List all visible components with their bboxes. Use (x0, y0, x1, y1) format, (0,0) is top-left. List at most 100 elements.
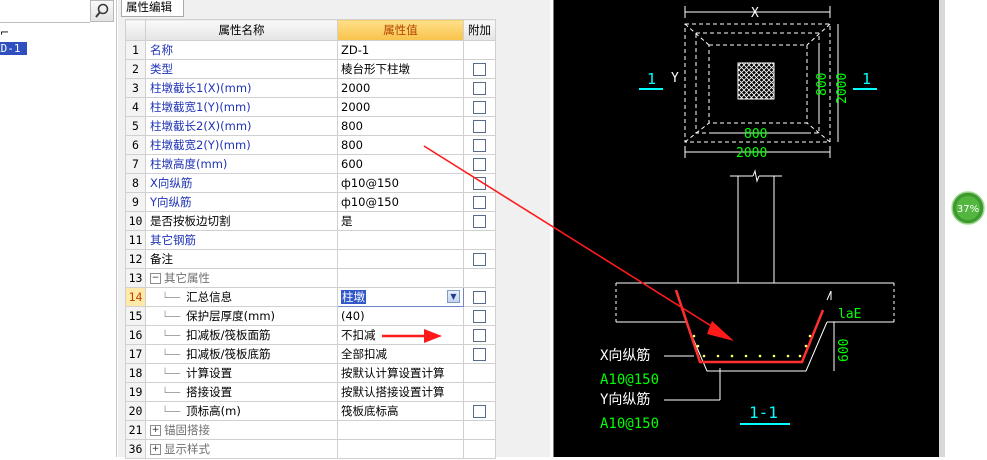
property-value-cell[interactable] (337, 439, 464, 459)
property-value[interactable]: 按默认搭接设置计算 (341, 385, 445, 399)
property-row[interactable]: 10 是否按板边切割 是 (125, 211, 496, 231)
property-row[interactable]: 11 其它钢筋 (125, 230, 496, 250)
property-value[interactable]: 全部扣减 (341, 347, 387, 361)
expand-icon[interactable]: + (150, 444, 161, 455)
dim-600: 600 (837, 339, 852, 362)
property-value[interactable]: 600 (341, 157, 363, 171)
property-value[interactable]: ZD-1 (341, 43, 369, 57)
property-row[interactable]: 36 + 显示样式 (125, 439, 496, 459)
property-value-cell[interactable]: 柱墩 ▼ (337, 287, 464, 307)
extra-checkbox[interactable] (473, 310, 486, 323)
property-name-cell: └── 扣减板/筏板底筋 (145, 344, 338, 364)
property-row[interactable]: 1 名称 ZD-1 (125, 40, 496, 60)
section-marker-left: 1 (647, 70, 656, 88)
property-value-cell[interactable]: 是 (337, 211, 464, 231)
property-value[interactable]: 柱墩 (341, 290, 366, 304)
property-value-cell[interactable]: (40) (337, 306, 464, 326)
property-value-cell[interactable]: 按默认计算设置计算 (337, 363, 464, 383)
property-name-cell: └── 汇总信息 (145, 287, 338, 307)
extra-checkbox[interactable] (473, 101, 486, 114)
property-value-cell[interactable] (337, 230, 464, 250)
collapse-icon[interactable]: − (150, 273, 161, 284)
extra-checkbox[interactable] (473, 158, 486, 171)
column-header-extra[interactable]: 附加 (463, 19, 496, 41)
property-value[interactable]: ф10@150 (341, 176, 399, 190)
property-row[interactable]: 20 └── 顶标高(m) 筏板底标高 (125, 401, 496, 421)
x-rebar-label: X向纵筋 (600, 347, 650, 364)
property-value-cell[interactable]: 2000 (337, 78, 464, 98)
extra-checkbox[interactable] (473, 348, 486, 361)
property-value-cell[interactable]: 600 (337, 154, 464, 174)
property-row[interactable]: 14 └── 汇总信息 柱墩 ▼ (125, 287, 496, 307)
property-row[interactable]: 8 X向纵筋 ф10@150 (125, 173, 496, 193)
property-value-cell[interactable]: 按默认搭接设置计算 (337, 382, 464, 402)
property-value-cell[interactable]: ZD-1 (337, 40, 464, 60)
property-value[interactable]: 筏板底标高 (341, 404, 399, 418)
expand-icon[interactable]: + (150, 425, 161, 436)
property-row[interactable]: 17 └── 扣减板/筏板底筋 全部扣减 (125, 344, 496, 364)
property-value[interactable]: 按默认计算设置计算 (341, 366, 445, 380)
property-value-cell[interactable] (337, 420, 464, 440)
property-row[interactable]: 9 Y向纵筋 ф10@150 (125, 192, 496, 212)
extra-checkbox[interactable] (473, 139, 486, 152)
dropdown-chevron-icon[interactable]: ▼ (447, 290, 460, 303)
tree-search-button[interactable] (90, 0, 114, 22)
property-value[interactable]: 2000 (341, 100, 370, 114)
property-row[interactable]: 15 └── 保护层厚度(mm) (40) (125, 306, 496, 326)
property-value-cell[interactable]: 棱台形下柱墩 (337, 59, 464, 79)
property-row[interactable]: 12 备注 (125, 249, 496, 269)
progress-indicator[interactable]: 37% (951, 191, 985, 225)
property-name-cell: X向纵筋 (145, 173, 338, 193)
extra-checkbox[interactable] (473, 82, 486, 95)
property-row[interactable]: 3 柱墩截长1(X)(mm) 2000 (125, 78, 496, 98)
extra-checkbox[interactable] (473, 215, 486, 228)
property-value-cell[interactable]: 800 (337, 135, 464, 155)
property-value[interactable]: (40) (341, 309, 365, 323)
column-header-name[interactable]: 属性名称 (145, 19, 338, 41)
extra-cell (463, 116, 496, 136)
property-row[interactable]: 2 类型 棱台形下柱墩 (125, 59, 496, 79)
property-value[interactable]: 不扣减 (341, 328, 376, 342)
extra-checkbox[interactable] (473, 329, 486, 342)
extra-checkbox[interactable] (473, 405, 486, 418)
property-name-cell: 备注 (145, 249, 338, 269)
property-row[interactable]: 19 └── 搭接设置 按默认搭接设置计算 (125, 382, 496, 402)
property-value-cell[interactable]: 800 (337, 116, 464, 136)
property-value-cell[interactable]: ф10@150 (337, 192, 464, 212)
component-tree-panel (0, 0, 117, 457)
property-row[interactable]: 4 柱墩截宽1(Y)(mm) 2000 (125, 97, 496, 117)
tree-node-selected[interactable]: ZD-1 (0, 42, 27, 55)
property-row[interactable]: 6 柱墩截宽2(Y)(mm) 800 (125, 135, 496, 155)
property-value[interactable]: 800 (341, 119, 363, 133)
property-row[interactable]: 13− 其它属性 (125, 268, 496, 288)
tree-search-input[interactable] (0, 0, 90, 23)
property-value[interactable]: 棱台形下柱墩 (341, 62, 410, 76)
tree-connector-icon: └── (150, 331, 187, 342)
extra-checkbox[interactable] (473, 177, 486, 190)
tree-node-category[interactable]: ⌐ (0, 26, 9, 39)
property-row[interactable]: 5 柱墩截长2(X)(mm) 800 (125, 116, 496, 136)
property-value[interactable]: 是 (341, 214, 353, 228)
column-header-value[interactable]: 属性值 (337, 19, 464, 41)
property-value-cell[interactable] (337, 249, 464, 269)
property-value-cell[interactable] (337, 268, 464, 288)
extra-checkbox[interactable] (473, 196, 486, 209)
property-value-cell[interactable]: 筏板底标高 (337, 401, 464, 421)
property-value[interactable]: ф10@150 (341, 195, 399, 209)
property-row[interactable]: 18 └── 计算设置 按默认计算设置计算 (125, 363, 496, 383)
property-row[interactable]: 21 + 锚固搭接 (125, 420, 496, 440)
property-row[interactable]: 7 柱墩高度(mm) 600 (125, 154, 496, 174)
property-value[interactable]: 800 (341, 138, 363, 152)
extra-checkbox[interactable] (473, 120, 486, 133)
property-value[interactable]: 2000 (341, 81, 370, 95)
tree-connector-icon: └── (150, 293, 187, 304)
tab-property-edit[interactable]: 属性编辑 (121, 0, 184, 17)
property-value-cell[interactable]: ф10@150 (337, 173, 464, 193)
extra-checkbox[interactable] (473, 63, 486, 76)
property-value-cell[interactable]: 2000 (337, 97, 464, 117)
extra-checkbox[interactable] (473, 253, 486, 266)
row-index: 7 (125, 154, 146, 174)
property-value-cell[interactable]: 全部扣减 (337, 344, 464, 364)
extra-checkbox[interactable] (473, 291, 486, 304)
column-header-index (125, 19, 146, 41)
